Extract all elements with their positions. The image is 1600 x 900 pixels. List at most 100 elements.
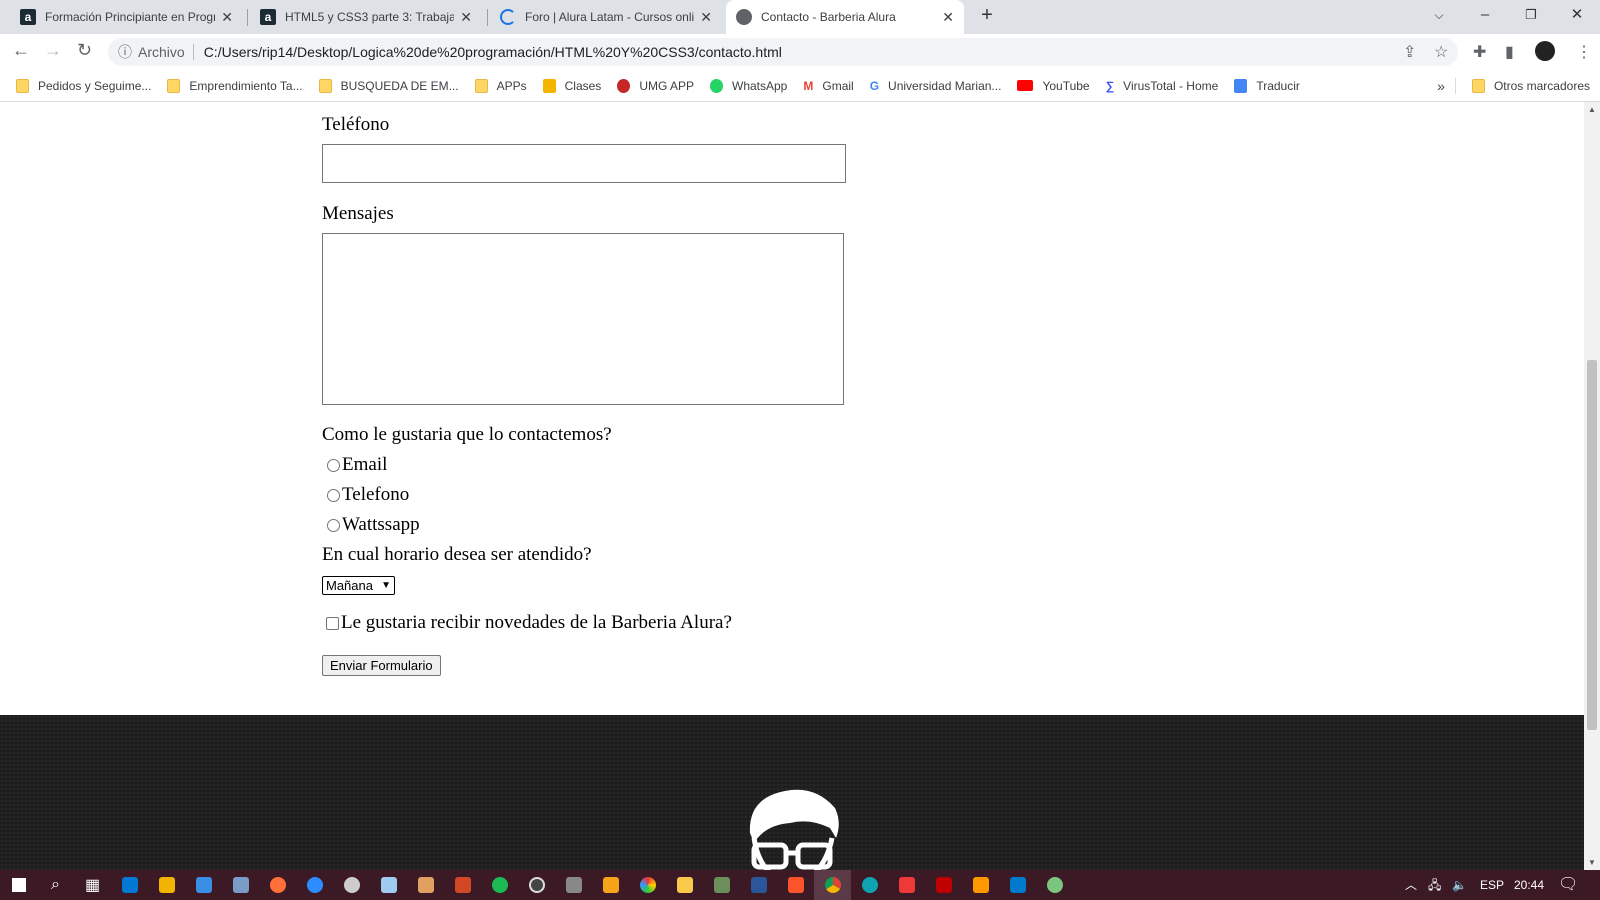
media-app[interactable]	[592, 870, 629, 900]
notepad-app[interactable]	[370, 870, 407, 900]
bookmark-pedidos[interactable]: Pedidos y Seguime...	[16, 78, 151, 93]
scroll-down-icon[interactable]: ▼	[1584, 858, 1600, 867]
calculator-app[interactable]	[555, 870, 592, 900]
brave-app[interactable]	[777, 870, 814, 900]
powerpoint-icon	[454, 877, 471, 893]
word-app[interactable]	[740, 870, 777, 900]
firefox-app[interactable]	[259, 870, 296, 900]
tab-foro[interactable]: Foro | Alura Latam - Cursos onlin ✕	[490, 0, 722, 34]
bookmark-clases[interactable]: Clases	[542, 78, 601, 93]
network-icon[interactable]: 🖧	[1428, 870, 1441, 900]
bookmark-otros[interactable]: Otros marcadores	[1471, 78, 1590, 93]
bookmark-youtube[interactable]: YouTube	[1017, 79, 1090, 93]
messages-textarea[interactable]	[322, 233, 844, 405]
close-window-button[interactable]: ✕	[1554, 0, 1600, 30]
menu-icon[interactable]: ⋮	[1576, 42, 1592, 62]
tab-contacto[interactable]: Contacto - Barberia Alura ✕	[726, 0, 964, 34]
vertical-scrollbar[interactable]: ▲ ▼	[1584, 102, 1600, 870]
bookmark-gmail[interactable]: M Gmail	[803, 79, 853, 93]
mail-app[interactable]	[111, 870, 148, 900]
minimize-button[interactable]: –	[1462, 0, 1508, 30]
edge-app[interactable]	[851, 870, 888, 900]
close-icon[interactable]: ✕	[221, 9, 233, 26]
bookmark-virustotal[interactable]: ∑ VirusTotal - Home	[1106, 79, 1219, 93]
start-button[interactable]	[0, 870, 37, 900]
back-icon[interactable]: ←	[12, 40, 30, 61]
submit-button[interactable]: Enviar Formulario	[322, 655, 441, 676]
url-text[interactable]: C:/Users/rip14/Desktop/Logica%20de%20pro…	[204, 44, 782, 60]
bookmark-busqueda[interactable]: BUSQUEDA DE EM...	[318, 78, 459, 93]
phone-input[interactable]	[322, 144, 846, 183]
search-icon[interactable]: ⌕	[37, 870, 74, 900]
scrollbar-thumb[interactable]	[1587, 360, 1597, 730]
radio-button[interactable]	[327, 488, 340, 502]
restore-button[interactable]: ❐	[1508, 0, 1554, 30]
clock[interactable]: 20:44	[1514, 870, 1544, 900]
bookmark-universidad[interactable]: G Universidad Marian...	[870, 79, 1002, 93]
chrome-app[interactable]	[814, 870, 851, 900]
info-icon[interactable]: ⓘ	[118, 42, 132, 62]
app-round[interactable]	[1036, 870, 1073, 900]
store-icon	[158, 877, 175, 893]
sublime-app[interactable]	[962, 870, 999, 900]
bookmark-emprendimiento[interactable]: Emprendimiento Ta...	[167, 78, 303, 93]
forward-icon[interactable]: →	[44, 40, 62, 61]
newsletter-checkbox[interactable]	[326, 616, 339, 630]
store-app[interactable]	[148, 870, 185, 900]
zoom-app[interactable]	[296, 870, 333, 900]
reload-icon[interactable]: ↻	[77, 40, 92, 61]
share-icon[interactable]: ⇪	[1403, 42, 1416, 62]
tray-chevron-icon[interactable]: ︿	[1405, 870, 1417, 900]
new-tab-button[interactable]: +	[964, 0, 1010, 30]
tab-formacion[interactable]: a Formación Principiante en Progra ✕	[10, 0, 243, 34]
star-icon[interactable]: ☆	[1434, 42, 1448, 62]
bookmark-label: UMG APP	[639, 78, 694, 93]
color-icon	[639, 877, 656, 893]
bookmark-label: Traducir	[1256, 78, 1300, 93]
close-icon[interactable]: ✕	[700, 9, 712, 26]
color-app[interactable]	[629, 870, 666, 900]
tab-search-chevron-icon[interactable]: ⌵	[1416, 0, 1462, 30]
more-bookmarks-button[interactable]: »	[1437, 77, 1456, 94]
filezilla-app[interactable]	[925, 870, 962, 900]
obs-app[interactable]	[518, 870, 555, 900]
powerpoint-app[interactable]	[444, 870, 481, 900]
vscode-app[interactable]	[999, 870, 1036, 900]
tab-html5[interactable]: a HTML5 y CSS3 parte 3: Trabajand ✕	[250, 0, 482, 34]
close-icon[interactable]: ✕	[942, 9, 954, 26]
volume-icon[interactable]: 🔈	[1452, 870, 1467, 900]
photos-app[interactable]	[222, 870, 259, 900]
task-view-icon[interactable]: ▦	[74, 870, 111, 900]
bookmark-umg[interactable]: UMG APP	[617, 78, 694, 93]
radio-button[interactable]	[327, 518, 340, 532]
settings-app[interactable]	[333, 870, 370, 900]
magnifier-app[interactable]	[185, 870, 222, 900]
language-indicator[interactable]: ESP	[1480, 870, 1504, 900]
radio-email[interactable]: Email	[327, 454, 387, 476]
schedule-select[interactable]: Mañana ▼	[322, 576, 395, 595]
vscode-icon	[1009, 877, 1026, 893]
paint-app[interactable]	[407, 870, 444, 900]
side-panel-icon[interactable]: ▮	[1505, 42, 1514, 62]
bookmark-label: Gmail	[822, 78, 854, 93]
app-green[interactable]	[703, 870, 740, 900]
extensions-icon[interactable]: ✚	[1473, 42, 1486, 62]
youtube-icon	[1017, 80, 1034, 91]
calculator-icon	[565, 877, 582, 893]
vivaldi-app[interactable]	[888, 870, 925, 900]
bookmark-apps[interactable]: APPs	[474, 78, 527, 93]
schedule-question: En cual horario desea ser atendido?	[322, 544, 592, 565]
newsletter-checkbox-row[interactable]: Le gustaria recibir novedades de la Barb…	[326, 612, 732, 634]
notifications-icon[interactable]: 🗨	[1558, 870, 1578, 900]
bookmark-whatsapp[interactable]: WhatsApp	[710, 78, 787, 93]
address-bar[interactable]: ⓘ Archivo C:/Users/rip14/Desktop/Logica%…	[108, 38, 1458, 66]
radio-button[interactable]	[327, 458, 340, 472]
explorer-app[interactable]	[666, 870, 703, 900]
spotify-app[interactable]	[481, 870, 518, 900]
close-icon[interactable]: ✕	[460, 9, 472, 26]
radio-telefono[interactable]: Telefono	[327, 484, 409, 506]
scroll-up-icon[interactable]: ▲	[1584, 105, 1600, 114]
bookmark-traducir[interactable]: Traducir	[1234, 78, 1300, 93]
radio-wattssapp[interactable]: Wattssapp	[327, 514, 420, 536]
profile-avatar[interactable]	[1535, 41, 1555, 61]
